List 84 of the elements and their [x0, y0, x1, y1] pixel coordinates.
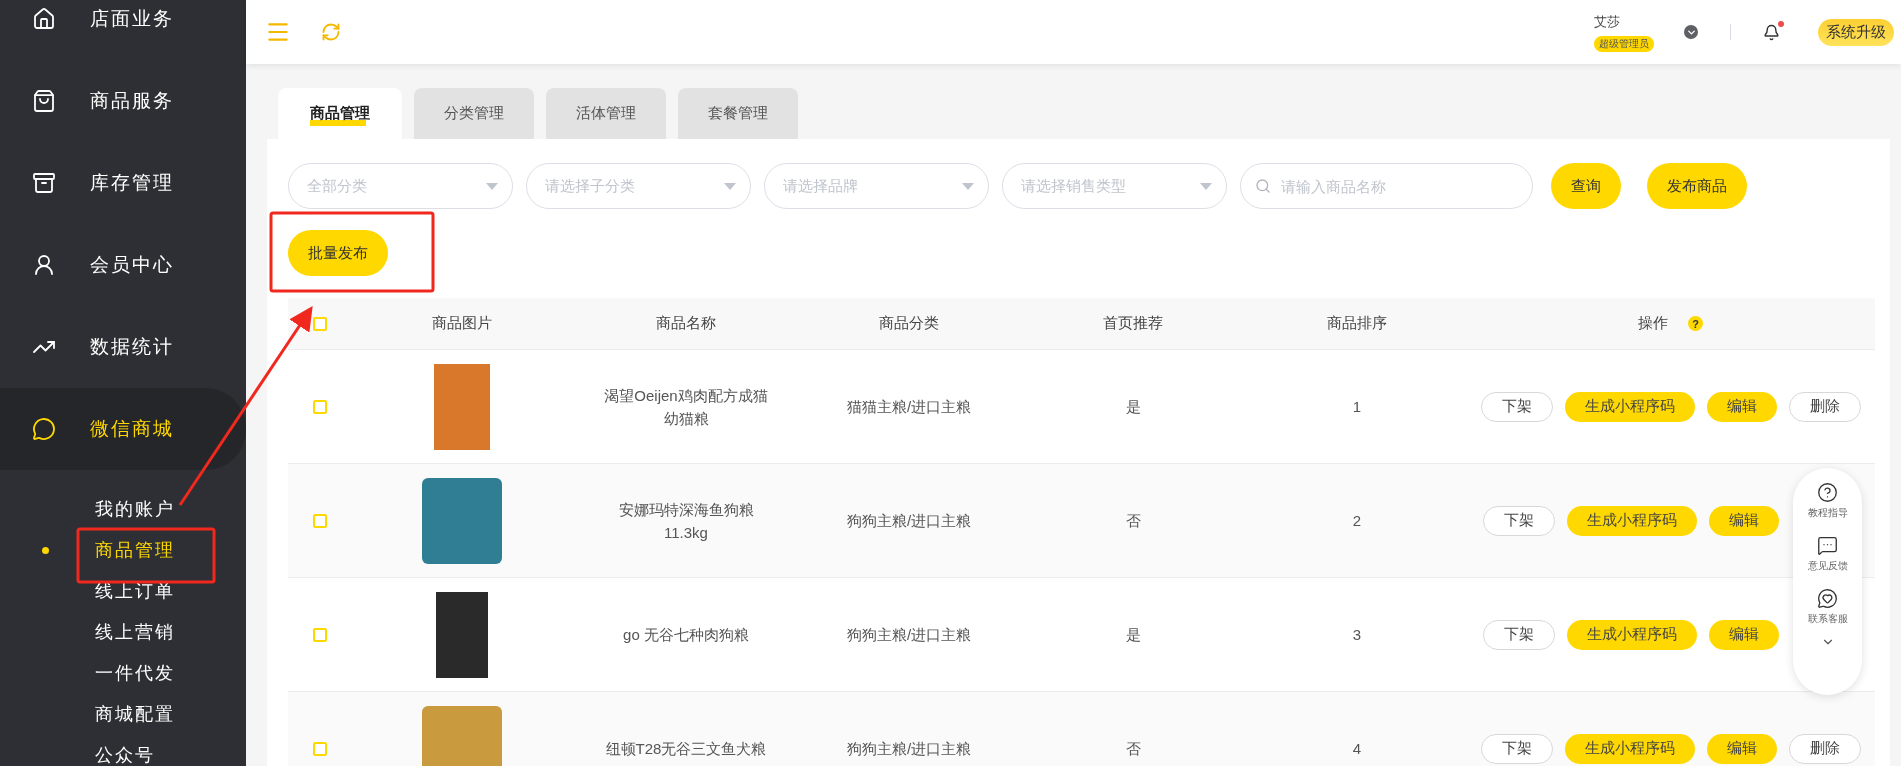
caret-icon — [724, 182, 736, 190]
help-panel-item[interactable]: 意见反馈 — [1807, 559, 1848, 573]
recommend-value: 否 — [1125, 739, 1141, 759]
refresh-icon[interactable] — [321, 22, 341, 42]
action-button[interactable]: 编辑 — [1706, 733, 1777, 764]
batch-publish-button[interactable]: 批量发布 — [288, 230, 388, 276]
caret-icon — [962, 182, 974, 190]
submenu-item[interactable]: 公众号 — [0, 734, 246, 766]
caret-icon — [486, 182, 498, 190]
help-panel-item[interactable]: 教程指导 — [1807, 506, 1848, 520]
sort-value: 1 — [1352, 397, 1362, 417]
action-button[interactable]: 下架 — [1480, 733, 1553, 764]
row-checkbox[interactable] — [313, 627, 327, 642]
person-icon — [32, 253, 56, 277]
action-button[interactable]: 下架 — [1480, 391, 1553, 422]
sidebar-item[interactable]: 会员中心 — [0, 224, 246, 306]
house-icon — [32, 7, 56, 31]
action-button[interactable]: 下架 — [1483, 619, 1555, 650]
recommend-value: 否 — [1125, 511, 1141, 531]
action-button[interactable]: 生成小程序码 — [1564, 391, 1695, 422]
product-name: 纽顿T28无谷三文鱼犬粮 — [605, 739, 767, 759]
category-column-header: 商品分类 — [879, 314, 939, 333]
shopping-bag-icon — [32, 89, 56, 113]
product-name: 渴望Oeijen鸡肉配方成猫幼猫粮 — [603, 385, 769, 429]
archive-box-icon — [32, 171, 56, 195]
submenu-item[interactable]: 我的账户 — [0, 488, 246, 529]
sidebar-item[interactable]: 商品服务 — [0, 60, 246, 142]
action-button[interactable]: 下架 — [1483, 505, 1555, 536]
select-all-checkbox[interactable] — [313, 316, 327, 331]
actions-column-header: 操作 — [1638, 314, 1668, 333]
recommend-value: 是 — [1125, 397, 1141, 417]
user-name: 艾莎 — [1594, 12, 1620, 31]
action-button[interactable]: 编辑 — [1709, 505, 1779, 536]
submenu-item[interactable]: 商城配置 — [0, 693, 246, 734]
tab[interactable]: 分类管理 — [414, 88, 534, 139]
row-checkbox[interactable] — [313, 513, 327, 528]
sort-column-header: 商品排序 — [1327, 314, 1387, 333]
recommend-value: 是 — [1125, 625, 1141, 645]
product-category: 狗狗主粮/进口主粮 — [846, 625, 972, 645]
row-checkbox[interactable] — [313, 741, 327, 756]
help-icon[interactable] — [1817, 482, 1838, 503]
sort-value: 3 — [1352, 625, 1362, 645]
product-name: 安娜玛特深海鱼狗粮11.3kg — [617, 499, 755, 543]
submenu-item[interactable]: 商品管理 — [0, 529, 246, 570]
action-button[interactable]: 删除 — [1788, 391, 1861, 422]
search-icon — [1255, 178, 1271, 194]
tab[interactable]: 活体管理 — [546, 88, 666, 139]
sort-value: 4 — [1352, 739, 1362, 759]
action-button[interactable]: 编辑 — [1706, 391, 1777, 422]
action-button[interactable]: 生成小程序码 — [1564, 733, 1695, 764]
chat-bubble-icon[interactable] — [1817, 588, 1838, 609]
action-button[interactable]: 删除 — [1788, 733, 1861, 764]
action-button[interactable]: 生成小程序码 — [1567, 619, 1697, 650]
tab[interactable]: 套餐管理 — [678, 88, 798, 139]
active-dot — [42, 547, 49, 554]
sidebar-item[interactable]: 库存管理 — [0, 142, 246, 224]
recommend-column-header: 首页推荐 — [1103, 314, 1163, 333]
query-button[interactable]: 查询 — [1551, 163, 1621, 209]
submenu-item[interactable]: 线上订单 — [0, 570, 246, 611]
help-badge[interactable]: ? — [1688, 316, 1703, 331]
image-column-header: 商品图片 — [432, 314, 492, 333]
message-dots-icon[interactable] — [1817, 535, 1838, 556]
help-panel-item[interactable]: 联系客服 — [1807, 612, 1848, 626]
caret-icon — [1200, 182, 1212, 190]
submenu-item[interactable]: 线上营销 — [0, 611, 246, 652]
product-name: go 无谷七种肉狗粮 — [623, 625, 749, 645]
dropdown-icon[interactable] — [1684, 25, 1698, 39]
product-category: 狗狗主粮/进口主粮 — [846, 511, 972, 531]
product-category: 猫猫主粮/进口主粮 — [846, 397, 972, 417]
submenu-item[interactable]: 一件代发 — [0, 652, 246, 693]
product-category: 狗狗主粮/进口主粮 — [846, 739, 972, 759]
upgrade-button[interactable]: 系统升级 — [1818, 18, 1894, 46]
row-checkbox[interactable] — [313, 399, 327, 414]
action-button[interactable]: 编辑 — [1709, 619, 1779, 650]
sidebar-item[interactable]: 微信商城 — [0, 388, 246, 470]
sort-value: 2 — [1352, 511, 1362, 531]
name-column-header: 商品名称 — [656, 314, 716, 333]
publish-button[interactable]: 发布商品 — [1647, 163, 1747, 209]
sidebar-item[interactable]: 店面业务 — [0, 0, 246, 60]
role-badge: 超级管理员 — [1594, 35, 1654, 52]
sidebar-item[interactable]: 数据统计 — [0, 306, 246, 388]
action-button[interactable]: 生成小程序码 — [1567, 505, 1697, 536]
chat-bubble-icon — [32, 417, 56, 441]
tab[interactable]: 商品管理 — [278, 88, 402, 139]
